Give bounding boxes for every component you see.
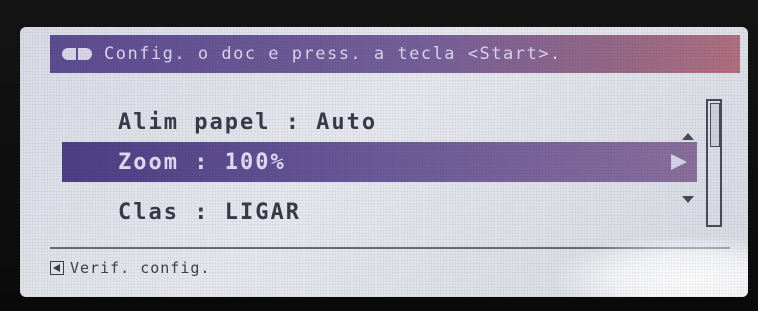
menu-item-paper-source[interactable]: Alim papel : Auto bbox=[62, 102, 697, 142]
scroll-thumb[interactable] bbox=[710, 103, 720, 147]
footer-divider bbox=[50, 247, 730, 249]
check-settings-label[interactable]: Verif. config. bbox=[70, 259, 210, 277]
screen-glare bbox=[558, 237, 748, 297]
back-icon[interactable] bbox=[50, 261, 64, 275]
instruction-text: Config. o doc e press. a tecla <Start>. bbox=[104, 44, 562, 64]
footer-bar[interactable]: Verif. config. bbox=[50, 254, 210, 282]
menu-item-label: Zoom : 100% bbox=[118, 149, 286, 175]
chevron-right-icon bbox=[671, 154, 687, 170]
instruction-header: Config. o doc e press. a tecla <Start>. bbox=[50, 35, 740, 73]
menu-item-collate[interactable]: Clas : LIGAR bbox=[62, 192, 697, 232]
menu-item-label: Alim papel : Auto bbox=[118, 109, 378, 135]
document-feed-icon bbox=[50, 35, 104, 73]
menu-item-zoom[interactable]: Zoom : 100% bbox=[62, 142, 697, 182]
scrollbar[interactable] bbox=[706, 99, 722, 227]
menu-item-label: Clas : LIGAR bbox=[118, 199, 301, 225]
scroll-down-icon[interactable] bbox=[682, 196, 694, 203]
lcd-screen: Config. o doc e press. a tecla <Start>. … bbox=[20, 27, 748, 297]
scroll-up-icon[interactable] bbox=[682, 133, 694, 140]
